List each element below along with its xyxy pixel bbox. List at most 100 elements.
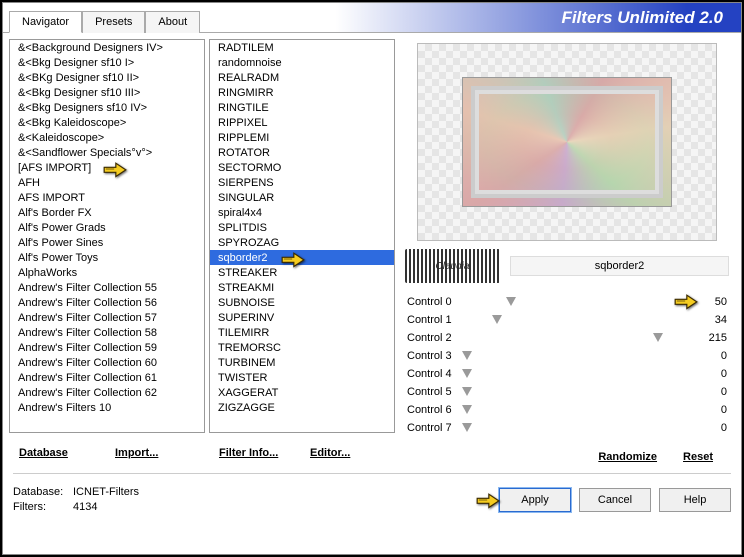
filter-item[interactable]: TREMORSC <box>210 340 394 355</box>
control-slider[interactable] <box>467 354 693 358</box>
control-label: Control 3 <box>407 350 467 362</box>
tab-about[interactable]: About <box>145 11 200 33</box>
randomize-row: Randomize Reset <box>399 437 735 467</box>
filter-info-button[interactable]: Filter Info... <box>211 443 302 463</box>
category-item[interactable]: AFH <box>10 175 204 190</box>
editor-button[interactable]: Editor... <box>302 443 393 463</box>
category-item[interactable]: &<Kaleidoscope> <box>10 130 204 145</box>
filter-item[interactable]: SPLITDIS <box>210 220 394 235</box>
category-item[interactable]: Andrew's Filter Collection 61 <box>10 370 204 385</box>
filter-item[interactable]: RIPPIXEL <box>210 115 394 130</box>
filter-column: RADTILEMrandomnoiseREALRADMRINGMIRRRINGT… <box>209 39 395 467</box>
category-item[interactable]: &<Bkg Designer sf10 III> <box>10 85 204 100</box>
control-slider[interactable] <box>467 336 693 340</box>
slider-thumb-icon[interactable] <box>462 369 472 378</box>
control-value: 0 <box>693 368 727 380</box>
category-item[interactable]: Andrew's Filter Collection 58 <box>10 325 204 340</box>
main-area: &<Background Designers IV>&<Bkg Designer… <box>3 33 741 473</box>
randomize-button[interactable]: Randomize <box>590 447 665 467</box>
slider-thumb-icon[interactable] <box>462 387 472 396</box>
database-button[interactable]: Database <box>11 443 107 463</box>
filter-item[interactable]: sqborder2 <box>210 250 394 265</box>
controls-panel: Control 050Control 134Control 2215Contro… <box>399 293 735 437</box>
filter-item[interactable]: SUBNOISE <box>210 295 394 310</box>
filter-item[interactable]: REALRADM <box>210 70 394 85</box>
category-item[interactable]: Andrew's Filter Collection 56 <box>10 295 204 310</box>
tab-navigator[interactable]: Navigator <box>9 11 82 33</box>
slider-thumb-icon[interactable] <box>492 315 502 324</box>
slider-thumb-icon[interactable] <box>506 297 516 306</box>
category-item[interactable]: Andrew's Filter Collection 62 <box>10 385 204 400</box>
filter-item[interactable]: STREAKMI <box>210 280 394 295</box>
tab-presets[interactable]: Presets <box>82 11 145 33</box>
control-label: Control 1 <box>407 314 467 326</box>
current-filter-name: sqborder2 <box>510 256 729 276</box>
filter-item[interactable]: SECTORMO <box>210 160 394 175</box>
control-label: Control 0 <box>407 296 467 308</box>
category-item[interactable]: &<Bkg Kaleidoscope> <box>10 115 204 130</box>
filter-item[interactable]: SUPERINV <box>210 310 394 325</box>
control-slider[interactable] <box>467 408 693 412</box>
control-slider[interactable] <box>467 426 693 430</box>
category-item[interactable]: Alf's Power Grads <box>10 220 204 235</box>
cancel-button[interactable]: Cancel <box>579 488 651 512</box>
filter-item[interactable]: spiral4x4 <box>210 205 394 220</box>
slider-thumb-icon[interactable] <box>462 423 472 432</box>
filter-item[interactable]: ZIGZAGGE <box>210 400 394 415</box>
filter-item[interactable]: RIPPLEMI <box>210 130 394 145</box>
filter-item[interactable]: XAGGERAT <box>210 385 394 400</box>
watermark-text: Claudia <box>436 261 470 272</box>
control-value: 0 <box>693 422 727 434</box>
filter-item[interactable]: SINGULAR <box>210 190 394 205</box>
category-item[interactable]: &<Background Designers IV> <box>10 40 204 55</box>
category-item[interactable]: Andrew's Filter Collection 57 <box>10 310 204 325</box>
category-item[interactable]: Andrew's Filter Collection 60 <box>10 355 204 370</box>
control-label: Control 6 <box>407 404 467 416</box>
category-item[interactable]: Andrew's Filter Collection 55 <box>10 280 204 295</box>
filter-item[interactable]: RINGTILE <box>210 100 394 115</box>
control-slider[interactable] <box>467 300 693 304</box>
help-button[interactable]: Help <box>659 488 731 512</box>
control-row: Control 2215 <box>399 329 735 347</box>
header: NavigatorPresetsAbout Filters Unlimited … <box>3 3 741 33</box>
filter-item[interactable]: ROTATOR <box>210 145 394 160</box>
category-item[interactable]: AlphaWorks <box>10 265 204 280</box>
filter-item[interactable]: SIERPENS <box>210 175 394 190</box>
reset-button[interactable]: Reset <box>675 447 721 467</box>
category-item[interactable]: &<Sandflower Specials°v°> <box>10 145 204 160</box>
filter-item[interactable]: SPYROZAG <box>210 235 394 250</box>
slider-thumb-icon[interactable] <box>462 351 472 360</box>
slider-thumb-icon[interactable] <box>653 333 663 342</box>
filter-item[interactable]: TILEMIRR <box>210 325 394 340</box>
category-item[interactable]: &<Bkg Designer sf10 I> <box>10 55 204 70</box>
slider-thumb-icon[interactable] <box>462 405 472 414</box>
control-slider[interactable] <box>467 318 693 322</box>
apply-button[interactable]: Apply <box>499 488 571 512</box>
control-slider[interactable] <box>467 390 693 394</box>
category-item[interactable]: Andrew's Filter Collection 59 <box>10 340 204 355</box>
import-button[interactable]: Import... <box>107 443 203 463</box>
category-item[interactable]: [AFS IMPORT] <box>10 160 204 175</box>
category-item[interactable]: AFS IMPORT <box>10 190 204 205</box>
category-item[interactable]: Alf's Border FX <box>10 205 204 220</box>
filter-item[interactable]: TWISTER <box>210 370 394 385</box>
category-item[interactable]: &<Bkg Designers sf10 IV> <box>10 100 204 115</box>
filter-item[interactable]: RADTILEM <box>210 40 394 55</box>
category-item[interactable]: Andrew's Filters 10 <box>10 400 204 415</box>
filter-item[interactable]: STREAKER <box>210 265 394 280</box>
category-item[interactable]: &<BKg Designer sf10 II> <box>10 70 204 85</box>
category-item[interactable]: Alf's Power Sines <box>10 235 204 250</box>
category-listbox[interactable]: &<Background Designers IV>&<Bkg Designer… <box>9 39 205 433</box>
control-label: Control 5 <box>407 386 467 398</box>
database-label: Database: <box>13 485 73 500</box>
control-value: 0 <box>693 404 727 416</box>
filter-item[interactable]: TURBINEM <box>210 355 394 370</box>
control-slider[interactable] <box>467 372 693 376</box>
filter-listbox[interactable]: RADTILEMrandomnoiseREALRADMRINGMIRRRINGT… <box>209 39 395 433</box>
filter-item[interactable]: randomnoise <box>210 55 394 70</box>
control-row: Control 050 <box>399 293 735 311</box>
filters-count-label: Filters: <box>13 500 73 515</box>
control-value: 0 <box>693 386 727 398</box>
category-item[interactable]: Alf's Power Toys <box>10 250 204 265</box>
filter-item[interactable]: RINGMIRR <box>210 85 394 100</box>
